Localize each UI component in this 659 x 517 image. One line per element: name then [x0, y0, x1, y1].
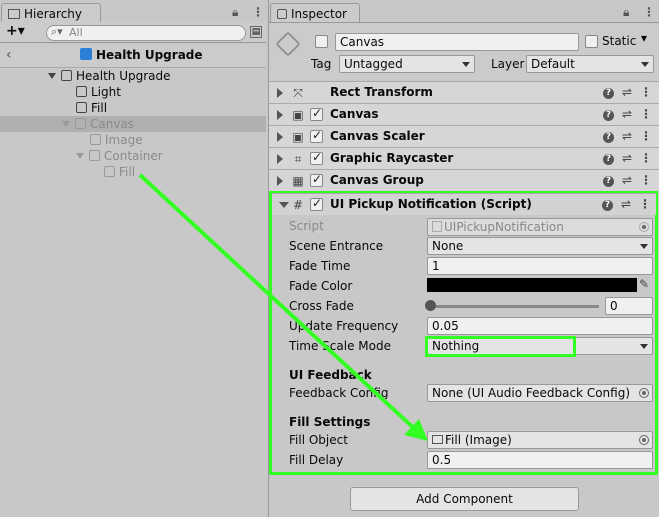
- annotation-arrow-line: [138, 173, 420, 434]
- annotation-arrow: [138, 173, 428, 441]
